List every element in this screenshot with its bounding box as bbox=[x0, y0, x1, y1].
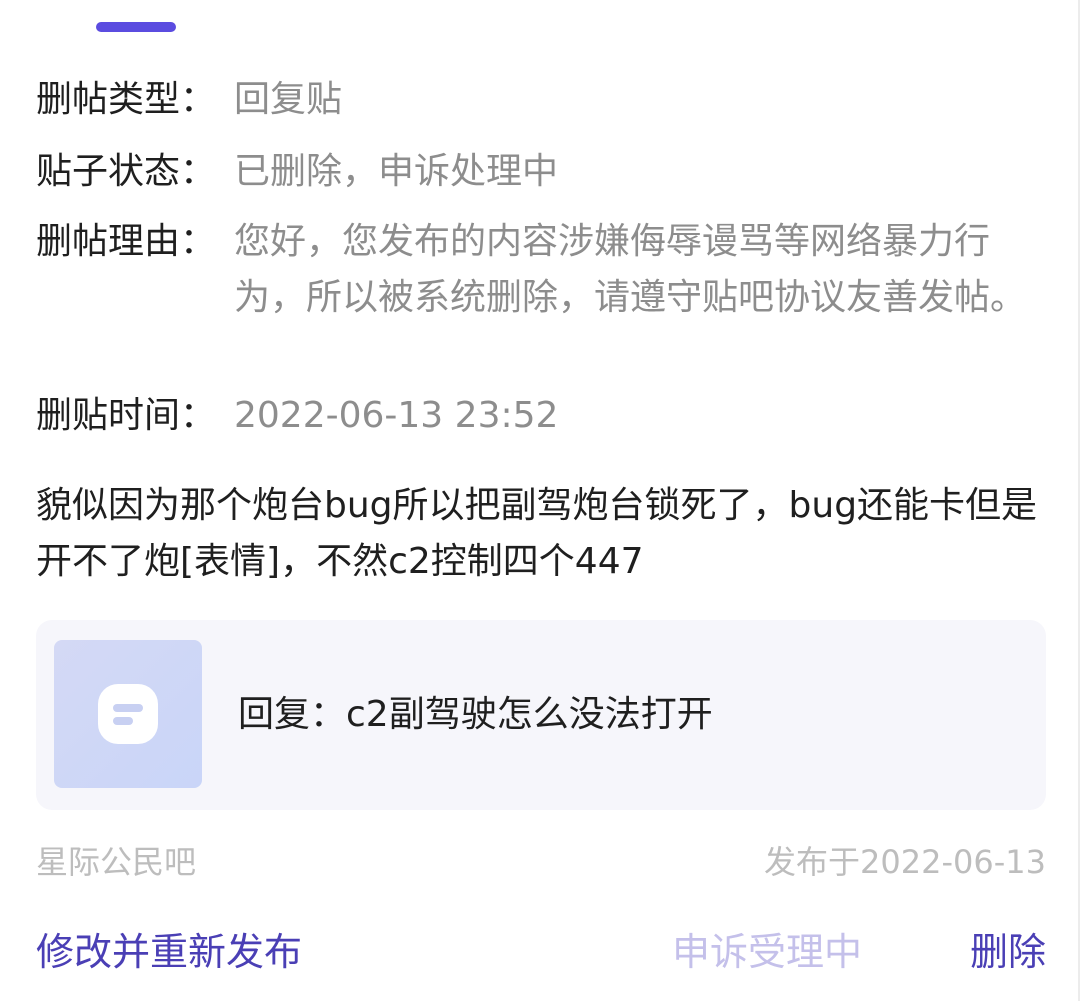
publish-date: 发布于2022-06-13 bbox=[764, 843, 1046, 881]
delete-reason-value: 您好，您发布的内容涉嫌侮辱谩骂等网络暴力行为，所以被系统删除，请遵守贴吧协议友善… bbox=[234, 221, 1027, 318]
active-tab-indicator bbox=[96, 22, 176, 32]
post-placeholder-icon bbox=[98, 684, 158, 744]
post-content: 貌似因为那个炮台bug所以把副驾炮台锁死了，bug还能卡但是开不了炮[表情]，不… bbox=[36, 485, 1038, 582]
quoted-post-card[interactable]: 回复：c2副驾驶怎么没法打开 bbox=[36, 620, 1046, 810]
post-status-row: 贴子状态： 已删除，申诉处理中 bbox=[36, 144, 1036, 200]
delete-button[interactable]: 删除 bbox=[970, 924, 1046, 980]
delete-time-value: 2022-06-13 23:52 bbox=[234, 395, 559, 436]
delete-time-row: 删贴时间： 2022-06-13 23:52 bbox=[36, 388, 1036, 444]
quoted-post-thumbnail bbox=[54, 640, 202, 788]
delete-type-label: 删帖类型： bbox=[36, 79, 217, 120]
delete-reason-row: 删帖理由： 您好，您发布的内容涉嫌侮辱谩骂等网络暴力行为，所以被系统删除，请遵守… bbox=[36, 214, 1036, 326]
edit-and-republish-button[interactable]: 修改并重新发布 bbox=[36, 924, 302, 980]
appeal-in-progress-button[interactable]: 申诉受理中 bbox=[672, 924, 862, 980]
post-status-label: 贴子状态： bbox=[36, 151, 217, 192]
forum-name[interactable]: 星际公民吧 bbox=[36, 840, 196, 884]
quoted-post-title: 回复：c2副驾驶怎么没法打开 bbox=[238, 694, 713, 735]
delete-type-value: 回复贴 bbox=[234, 79, 343, 120]
delete-type-row: 删帖类型： 回复贴 bbox=[36, 72, 1036, 128]
delete-time-label: 删贴时间： bbox=[36, 395, 217, 436]
delete-reason-label: 删帖理由： bbox=[36, 221, 217, 262]
post-status-value: 已删除，申诉处理中 bbox=[234, 151, 559, 192]
